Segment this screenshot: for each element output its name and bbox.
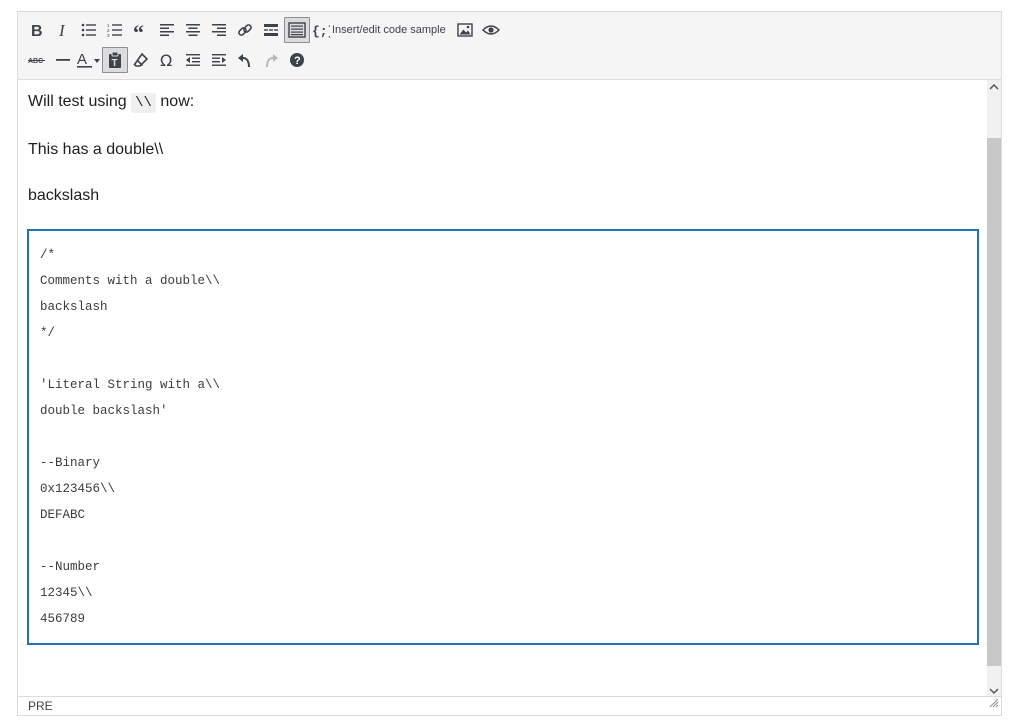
image-icon — [457, 23, 473, 37]
code-line: 'Literal String with a\\ — [40, 378, 221, 392]
align-left-button[interactable] — [154, 17, 180, 43]
text-color-button[interactable]: A — [76, 47, 102, 73]
paragraph-3: backslash — [28, 187, 100, 204]
paste-as-text-icon: T — [107, 51, 123, 69]
svg-text:{;}: {;} — [312, 24, 330, 38]
vertical-scrollbar[interactable] — [987, 80, 1001, 698]
numbered-list-icon: 123 — [107, 23, 123, 37]
redo-icon — [263, 52, 279, 68]
help-button[interactable]: ? — [284, 47, 310, 73]
align-center-icon — [185, 23, 201, 37]
preview-button[interactable] — [478, 17, 504, 43]
bold-icon: B — [30, 22, 44, 38]
element-path[interactable]: PRE — [28, 699, 53, 713]
italic-button[interactable]: I — [50, 17, 76, 43]
toolbar-row-1: B I 123 “ {; Insert/edit code sample — [24, 17, 504, 43]
paragraph-2: This has a double\\ — [28, 141, 164, 158]
code-block[interactable]: /* Comments with a double\\ backslash */… — [27, 229, 979, 645]
help-icon: ? — [289, 52, 305, 68]
svg-text:3: 3 — [107, 33, 110, 37]
image-button[interactable] — [452, 17, 478, 43]
bullet-list-button[interactable] — [76, 17, 102, 43]
indent-icon — [211, 53, 227, 67]
editor: B I 123 “ {; Insert/edit code sample ABC… — [17, 11, 1002, 716]
code-line: --Number — [40, 560, 101, 574]
strikethrough-icon: ABC — [28, 53, 46, 67]
code-line: backslash — [40, 300, 108, 314]
chevron-up-icon — [989, 78, 999, 96]
clear-formatting-button[interactable] — [128, 47, 154, 73]
scroll-up-button[interactable] — [987, 80, 1001, 94]
outdent-button[interactable] — [180, 47, 206, 73]
svg-text:ABC: ABC — [28, 58, 43, 65]
paragraph-1-text-before: Will test using — [28, 93, 132, 110]
code-line: */ — [40, 326, 56, 340]
editor-content[interactable]: Will test using \\ now: This has a doubl… — [18, 80, 987, 698]
code-line: double backslash' — [40, 404, 168, 418]
code-sample-button[interactable]: {;} Insert/edit code sample — [310, 17, 452, 43]
numbered-list-button[interactable]: 123 — [102, 17, 128, 43]
code-line: DEFABC — [40, 508, 86, 522]
align-right-icon — [211, 23, 227, 37]
code-line: 0x123456\\ — [40, 482, 116, 496]
paragraph-1: Will test using \\ now: — [28, 93, 195, 113]
code-line: --Binary — [40, 456, 101, 470]
read-more-icon — [263, 23, 279, 37]
strikethrough-button[interactable]: ABC — [24, 47, 50, 73]
paste-as-text-button[interactable]: T — [102, 47, 128, 73]
align-right-button[interactable] — [206, 17, 232, 43]
bold-button[interactable]: B — [24, 17, 50, 43]
link-icon — [237, 22, 253, 38]
toolbar-toggle-icon — [288, 22, 306, 38]
italic-icon: I — [56, 22, 70, 38]
text-color-icon: A — [76, 52, 102, 68]
code-sample-icon: {;} — [312, 22, 330, 38]
bullet-list-icon — [81, 23, 97, 37]
svg-text:?: ? — [294, 55, 301, 67]
status-bar: PRE — [18, 696, 1001, 715]
code-line: 12345\\ — [40, 586, 93, 600]
blockquote-icon: “ — [133, 23, 149, 37]
outdent-icon — [185, 53, 201, 67]
svg-text:B: B — [31, 23, 43, 38]
indent-button[interactable] — [206, 47, 232, 73]
horizontal-line-icon — [55, 53, 71, 67]
toolbar: B I 123 “ {; Insert/edit code sample ABC… — [18, 12, 1001, 80]
redo-button[interactable] — [258, 47, 284, 73]
code-line: /* — [40, 248, 56, 262]
preview-icon — [481, 23, 500, 37]
svg-text:A: A — [77, 52, 87, 68]
read-more-button[interactable] — [258, 17, 284, 43]
code-line: 456789 — [40, 612, 86, 626]
clear-formatting-icon — [133, 52, 149, 68]
svg-text:T: T — [112, 58, 118, 69]
align-left-icon — [159, 23, 175, 37]
blockquote-button[interactable]: “ — [128, 17, 154, 43]
inline-code: \\ — [131, 93, 156, 113]
code-sample-label: Insert/edit code sample — [332, 24, 446, 36]
scrollbar-thumb[interactable] — [987, 138, 1001, 666]
toolbar-row-2: ABC A T Ω ? — [24, 47, 310, 73]
align-center-button[interactable] — [180, 17, 206, 43]
svg-text:“: “ — [133, 23, 144, 37]
undo-button[interactable] — [232, 47, 258, 73]
special-character-icon: Ω — [159, 52, 175, 68]
special-character-button[interactable]: Ω — [154, 47, 180, 73]
paragraph-1-text-after: now: — [155, 93, 195, 110]
undo-icon — [237, 52, 253, 68]
toolbar-toggle-button[interactable] — [284, 17, 310, 43]
horizontal-line-button[interactable] — [50, 47, 76, 73]
link-button[interactable] — [232, 17, 258, 43]
svg-text:Ω: Ω — [160, 52, 172, 68]
svg-text:I: I — [58, 22, 66, 38]
code-line: Comments with a double\\ — [40, 274, 221, 288]
resize-handle-icon[interactable] — [989, 695, 999, 713]
